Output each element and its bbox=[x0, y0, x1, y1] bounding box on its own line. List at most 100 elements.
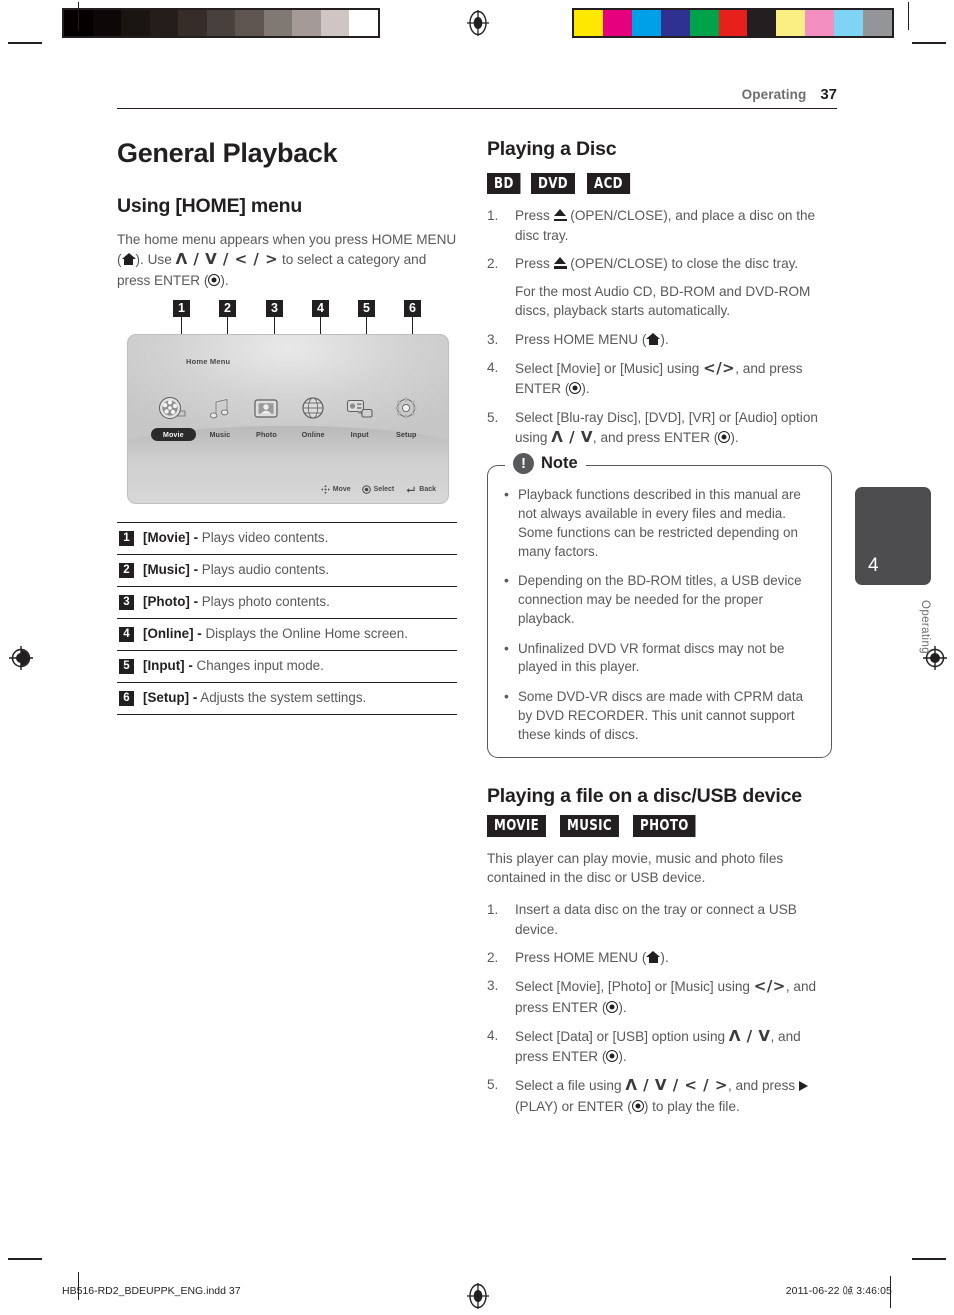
eject-icon bbox=[553, 256, 567, 269]
legend-desc-text: Displays the Online Home screen. bbox=[201, 626, 408, 642]
page-footer: HB516-RD2_BDEUPPK_ENG.indd 37 2011-06-22… bbox=[62, 1283, 892, 1298]
step-text: Select [Blu-ray Disc], [DVD], [VR] or [A… bbox=[515, 408, 832, 449]
badge-photo: PHOTO bbox=[633, 815, 696, 837]
chapter-number: 4 bbox=[868, 555, 879, 576]
header-section-name: Operating bbox=[741, 87, 807, 102]
list-item: 3. Press HOME MENU (). bbox=[487, 330, 832, 349]
enter-icon bbox=[208, 273, 221, 286]
list-item: 4. Select [Movie] or [Music] using </>, … bbox=[487, 358, 832, 399]
legend-number: 1 bbox=[119, 530, 134, 546]
step-text-pre: Press bbox=[515, 255, 554, 271]
globe-icon bbox=[290, 393, 337, 423]
list-item: 2. Press HOME MENU (). bbox=[487, 948, 832, 967]
home-menu-item-photo[interactable]: Photo bbox=[243, 393, 290, 441]
home-menu-item-movie[interactable]: Movie bbox=[150, 393, 197, 441]
disc-steps-list: 1. Press (OPEN/CLOSE), and place a disc … bbox=[487, 206, 832, 448]
step-substep: For the most Audio CD, BD-ROM and DVD-RO… bbox=[515, 284, 811, 319]
list-item: Unfinalized DVD VR format discs may not … bbox=[502, 639, 817, 678]
home-menu-item-music[interactable]: Music bbox=[197, 393, 244, 441]
home-menu-label-movie: Movie bbox=[151, 427, 196, 441]
callout-5: 5 bbox=[358, 299, 375, 317]
step-number: 4. bbox=[487, 1027, 499, 1043]
legend-desc-text: Changes input mode. bbox=[192, 658, 324, 674]
footer-timestamp: 2011-06-22 ㍘ 3:46:05 bbox=[785, 1285, 892, 1297]
table-row: 2 [Music] - Plays audio contents. bbox=[117, 555, 457, 587]
footer-filename: HB516-RD2_BDEUPPK_ENG.indd 37 bbox=[62, 1284, 241, 1297]
hint-label-select: Select bbox=[373, 485, 395, 493]
enter-icon bbox=[569, 382, 582, 395]
step-text: Select [Movie] or [Music] using </>, and… bbox=[515, 358, 832, 399]
step-text: Press (OPEN/CLOSE) to close the disc tra… bbox=[515, 254, 832, 321]
step-number: 2. bbox=[487, 255, 499, 271]
intro-text-part4: ). bbox=[220, 272, 229, 288]
callout-6: 6 bbox=[404, 299, 421, 317]
legend-number: 2 bbox=[119, 562, 134, 578]
note-title: Note bbox=[541, 454, 578, 473]
nav-keys-glyph: </> bbox=[703, 359, 736, 378]
home-menu-item-input[interactable]: Input bbox=[336, 393, 383, 441]
step-number: 3. bbox=[487, 978, 499, 994]
home-menu-item-online[interactable]: Online bbox=[290, 393, 337, 441]
step-text: Insert a data disc on the tray or connec… bbox=[515, 902, 797, 937]
right-column: Playing a Disc BD DVD ACD 1. Press (OPEN… bbox=[487, 138, 832, 1125]
play-icon bbox=[798, 1081, 808, 1092]
music-note-icon bbox=[197, 393, 244, 423]
note-items-list: Playback functions described in this man… bbox=[502, 485, 817, 744]
list-item: 2. Press (OPEN/CLOSE) to close the disc … bbox=[487, 254, 832, 321]
callout-1: 1 bbox=[173, 299, 190, 317]
footer-rule bbox=[890, 1276, 892, 1308]
figure-callouts: 1 2 3 4 5 6 bbox=[127, 299, 447, 379]
list-item: 1. Press (OPEN/CLOSE), and place a disc … bbox=[487, 206, 832, 245]
legend-term: [Music] - bbox=[143, 562, 199, 578]
section-heading-home-menu: Using [HOME] menu bbox=[117, 195, 303, 217]
step-text-post: (OPEN/CLOSE) to close the disc tray. bbox=[566, 255, 799, 271]
legend-number: 5 bbox=[119, 658, 134, 674]
step-text: Select [Movie], [Photo] or [Music] using… bbox=[515, 976, 832, 1017]
crop-mark-top-right bbox=[908, 2, 910, 30]
calibration-swatch-6 bbox=[747, 10, 777, 36]
calibration-swatch-1 bbox=[92, 10, 122, 36]
chapter-side-label: Operating bbox=[919, 600, 931, 655]
section-heading-playing-a-disc: Playing a Disc bbox=[487, 138, 617, 160]
step-text-post: ). bbox=[660, 949, 669, 965]
callout-3: 3 bbox=[266, 299, 283, 317]
step-text-pre: Select [Movie], [Photo] or [Music] using bbox=[515, 979, 754, 995]
table-row: 4 [Online] - Displays the Online Home sc… bbox=[117, 619, 457, 651]
calibration-swatch-7 bbox=[776, 10, 806, 36]
home-icon bbox=[646, 332, 661, 345]
nav-keys-glyph: Λ / V bbox=[728, 1026, 771, 1045]
calibration-swatch-5 bbox=[206, 10, 236, 36]
legend-term: [Online] - bbox=[143, 626, 202, 642]
step-text: Press HOME MENU (). bbox=[515, 948, 832, 967]
screen-hint-bar: Move Select Back bbox=[320, 484, 436, 494]
header-rule bbox=[117, 108, 837, 109]
film-reel-icon bbox=[150, 393, 197, 423]
legend-term: [Input] - bbox=[143, 658, 193, 674]
calibration-swatch-3 bbox=[660, 10, 690, 36]
home-menu-label-setup: Setup bbox=[396, 429, 417, 439]
nav-keys-glyph: Λ / V / < / > bbox=[175, 250, 279, 269]
media-badges-disc: BD DVD ACD bbox=[487, 173, 832, 195]
enter-icon bbox=[718, 430, 731, 443]
step-text-post2: ). bbox=[581, 381, 590, 397]
step-text-pre: Select [Data] or [USB] option using bbox=[515, 1028, 729, 1044]
page-header: Operating 37 bbox=[117, 86, 837, 109]
calibration-swatch-4 bbox=[689, 10, 719, 36]
exclamation-icon: ! bbox=[513, 453, 534, 475]
legend-desc-text: Plays photo contents. bbox=[198, 594, 330, 610]
home-menu-figure: 1 2 3 4 5 6 Home Menu Movie Music Photo … bbox=[127, 299, 449, 504]
enter-icon bbox=[606, 1000, 619, 1013]
step-text-post3: ) to play the file. bbox=[643, 1098, 740, 1114]
nav-keys-glyph: </> bbox=[753, 977, 786, 996]
home-menu-intro-paragraph: The home menu appears when you press HOM… bbox=[117, 230, 457, 290]
legend-description: [Photo] - Plays photo contents. bbox=[143, 594, 330, 611]
legend-description: [Movie] - Plays video contents. bbox=[143, 530, 328, 547]
step-text: Select [Data] or [USB] option using Λ / … bbox=[515, 1026, 832, 1067]
list-item: Some DVD-VR discs are made with CPRM dat… bbox=[502, 687, 817, 744]
step-text-pre: Press bbox=[515, 208, 554, 224]
home-menu-item-setup[interactable]: Setup bbox=[383, 393, 430, 441]
calibration-swatch-8 bbox=[292, 10, 321, 36]
legend-number: 6 bbox=[119, 690, 134, 706]
nav-keys-glyph: Λ / V bbox=[551, 427, 593, 446]
step-number: 2. bbox=[487, 949, 499, 965]
